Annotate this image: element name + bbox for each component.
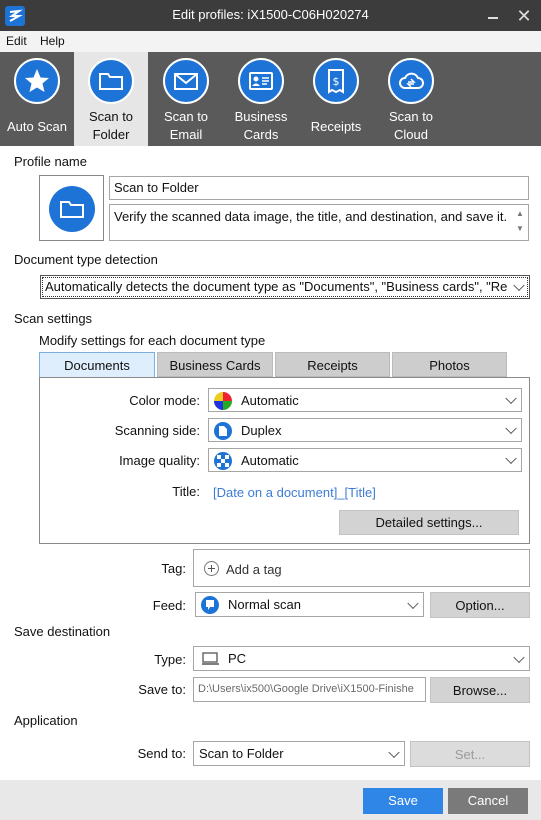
- add-icon: [204, 561, 219, 576]
- save-destination-label: Save destination: [14, 624, 111, 639]
- tag-input[interactable]: Add a tag: [193, 549, 530, 587]
- save-type-select[interactable]: PC: [193, 646, 530, 671]
- title-format-link[interactable]: [Date on a document]_[Title]: [213, 485, 376, 500]
- profile-description-text: Verify the scanned data image, the title…: [114, 209, 508, 224]
- image-quality-label: Image quality:: [119, 453, 200, 468]
- tool-label: Scan to: [388, 109, 434, 124]
- tab-photos[interactable]: Photos: [392, 352, 507, 377]
- receipt-icon: $: [313, 58, 359, 104]
- send-to-label: Send to:: [137, 746, 186, 761]
- type-label: Type:: [154, 652, 186, 667]
- profile-toolbar: Auto Scan Scan to Folder Scan to Email B…: [0, 52, 541, 146]
- folder-icon: [49, 186, 95, 232]
- tool-label: Auto Scan: [7, 119, 67, 134]
- profile-icon-button[interactable]: [39, 175, 104, 241]
- save-type-value: PC: [228, 651, 247, 666]
- tool-label: Email: [169, 127, 203, 142]
- feed-label: Feed:: [152, 598, 186, 613]
- tab-business-cards[interactable]: Business Cards: [157, 352, 273, 377]
- tool-label: Folder: [92, 127, 130, 142]
- profile-scan-to-folder[interactable]: Scan to Folder: [74, 52, 148, 146]
- tool-label: Business: [234, 109, 288, 124]
- tab-receipts[interactable]: Receipts: [275, 352, 390, 377]
- save-to-path-field[interactable]: D:\Users\ix500\Google Drive\iX1500-Finis…: [193, 677, 426, 702]
- profile-business-cards[interactable]: Business Cards: [224, 52, 298, 146]
- minimize-button[interactable]: [481, 6, 505, 26]
- image-quality-value: Automatic: [241, 453, 299, 468]
- envelope-icon: [163, 58, 209, 104]
- title-label: Title:: [172, 484, 200, 499]
- auto-quality-icon: [214, 452, 232, 470]
- cancel-button[interactable]: Cancel: [448, 788, 528, 814]
- close-icon[interactable]: ✕: [511, 5, 537, 27]
- profile-auto-scan[interactable]: Auto Scan: [0, 52, 74, 146]
- menu-bar: Edit Help: [0, 31, 541, 52]
- tool-label: Cards: [243, 127, 279, 142]
- save-to-label: Save to:: [138, 682, 186, 697]
- detailed-settings-button[interactable]: Detailed settings...: [339, 510, 519, 535]
- chevron-down-icon: [513, 651, 525, 663]
- scan-settings-sublabel: Modify settings for each document type: [39, 333, 266, 348]
- title-bar: Edit profiles: iX1500-C06H020274 ✕: [0, 0, 541, 31]
- chevron-down-icon: [407, 597, 419, 609]
- color-mode-value: Automatic: [241, 393, 299, 408]
- duplex-icon: [214, 422, 232, 440]
- save-button[interactable]: Save: [363, 788, 443, 814]
- chevron-down-icon: [505, 452, 517, 465]
- chevron-down-icon: [388, 746, 400, 758]
- image-quality-select[interactable]: Automatic: [208, 448, 522, 472]
- color-mode-label: Color mode:: [129, 393, 200, 408]
- option-button[interactable]: Option...: [430, 592, 530, 618]
- chevron-down-icon: [513, 279, 525, 292]
- feed-value: Normal scan: [228, 597, 301, 612]
- add-tag-placeholder: Add a tag: [226, 562, 282, 577]
- business-card-icon: [238, 58, 284, 104]
- star-icon: [14, 58, 60, 104]
- set-button[interactable]: Set...: [410, 741, 530, 767]
- color-mode-select[interactable]: Automatic: [208, 388, 522, 412]
- scan-settings-label: Scan settings: [14, 311, 93, 326]
- profile-description-input[interactable]: Verify the scanned data image, the title…: [109, 204, 529, 241]
- tool-label: Receipts: [310, 119, 362, 134]
- window-title: Edit profiles: iX1500-C06H020274: [172, 7, 369, 22]
- tool-label: Scan to: [163, 109, 209, 124]
- browse-button[interactable]: Browse...: [430, 677, 530, 703]
- send-to-select[interactable]: Scan to Folder: [193, 741, 405, 766]
- chevron-down-icon: [505, 422, 517, 435]
- folder-icon: [88, 58, 134, 104]
- svg-text:$: $: [333, 75, 340, 88]
- doc-type-detection-value: Automatically detects the document type …: [45, 279, 508, 294]
- doc-type-detection-select[interactable]: Automatically detects the document type …: [40, 275, 530, 299]
- scanning-side-label: Scanning side:: [114, 423, 200, 438]
- profile-name-label: Profile name: [14, 154, 87, 169]
- tool-label: Cloud: [394, 127, 428, 142]
- application-label: Application: [14, 713, 78, 728]
- pc-icon: [202, 652, 219, 665]
- chevron-down-icon: [505, 392, 517, 405]
- feed-scan-icon: [201, 596, 219, 614]
- menu-edit[interactable]: Edit: [6, 34, 27, 48]
- menu-help[interactable]: Help: [40, 34, 65, 48]
- tool-label: Scan to: [88, 109, 134, 124]
- profile-name-input[interactable]: Scan to Folder: [109, 176, 529, 200]
- send-to-value: Scan to Folder: [199, 746, 284, 761]
- cloud-icon: [388, 58, 434, 104]
- profile-scan-to-cloud[interactable]: Scan to Cloud: [374, 52, 448, 146]
- auto-color-icon: [214, 392, 232, 410]
- profile-receipts[interactable]: $ Receipts: [299, 52, 373, 146]
- description-scrollbar[interactable]: ▲ ▼: [513, 206, 527, 240]
- tag-label: Tag:: [161, 561, 186, 576]
- tab-documents[interactable]: Documents: [39, 352, 155, 378]
- profile-scan-to-email[interactable]: Scan to Email: [149, 52, 223, 146]
- doc-type-detection-label: Document type detection: [14, 252, 158, 267]
- feed-select[interactable]: Normal scan: [195, 592, 424, 617]
- scanning-side-value: Duplex: [241, 423, 282, 438]
- scanning-side-select[interactable]: Duplex: [208, 418, 522, 442]
